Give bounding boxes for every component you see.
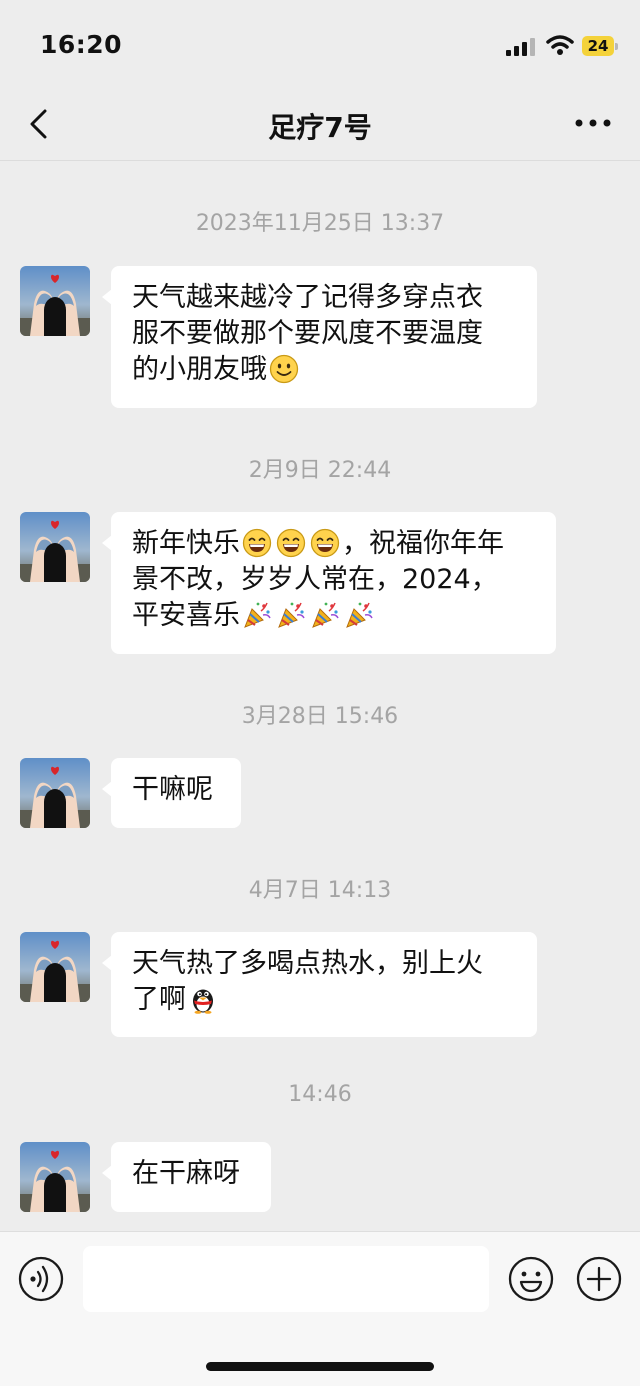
party-popper-emoji-icon: [310, 600, 340, 630]
message-bubble[interactable]: 天气越来越冷了记得多穿点衣 服不要做那个要风度不要温度 的小朋友哦: [102, 266, 537, 408]
plus-circle-icon[interactable]: [576, 1256, 622, 1302]
contact-avatar[interactable]: [20, 512, 90, 582]
message-line: 的小朋友哦: [132, 352, 516, 388]
message-timestamp: 4月7日 14:13: [248, 878, 392, 903]
message-line: 服不要做那个要风度不要温度: [132, 318, 483, 349]
wifi-icon: [546, 35, 574, 55]
message-timestamp: 2月9日 22:44: [248, 458, 392, 483]
message-timestamp: 2023年11月25日 13:37: [195, 211, 445, 236]
message-timestamp: 14:46: [288, 1082, 352, 1107]
message-line: 天气越来越冷了记得多穿点衣: [132, 282, 483, 313]
message-text: 了啊: [132, 984, 186, 1015]
message-line: 天气热了多喝点热水，别上火: [132, 948, 483, 979]
contact-avatar[interactable]: [20, 266, 90, 336]
contact-avatar[interactable]: [20, 1142, 90, 1212]
voice-icon[interactable]: [18, 1256, 64, 1302]
message-bubble[interactable]: 新年快乐 ，祝福你年年 景不改，岁岁人常在，2024， 平安喜乐: [102, 512, 556, 654]
message-line: 景不改，岁岁人常在，2024，: [132, 564, 498, 595]
grin-emoji-icon: [276, 528, 306, 558]
message-timestamp: 3月28日 15:46: [241, 704, 399, 729]
battery-icon: 24: [582, 36, 618, 58]
message-text: 平安喜乐: [132, 600, 240, 631]
message-line: 了啊: [132, 982, 516, 1018]
chat-title: 足疗7号: [268, 111, 372, 144]
party-popper-emoji-icon: [242, 600, 272, 630]
status-time: 16:20: [40, 30, 123, 59]
battery-level: 24: [582, 36, 614, 56]
smile-emoji-icon: [269, 354, 299, 384]
message-input[interactable]: [83, 1246, 489, 1312]
message-line: 平安喜乐: [132, 598, 535, 634]
party-popper-emoji-icon: [276, 600, 306, 630]
penguin-emoji-icon: [188, 984, 218, 1014]
message-text: ，祝福你年年: [342, 528, 504, 559]
contact-avatar[interactable]: [20, 932, 90, 1002]
chat-message-list[interactable]: 2023年11月25日 13:37 天气越来越冷了记得多穿点衣 服不要做那个要风…: [0, 161, 640, 1231]
message-bubble[interactable]: 天气热了多喝点热水，别上火 了啊: [102, 932, 537, 1037]
more-dots-icon[interactable]: [572, 108, 614, 138]
message-bubble[interactable]: 在干麻呀: [102, 1142, 271, 1212]
message-line: 在干麻呀: [132, 1158, 240, 1189]
status-bar: 16:20 24: [0, 0, 640, 92]
message-bubble[interactable]: 干嘛呢: [102, 758, 241, 828]
nav-bar: 足疗7号: [0, 92, 640, 161]
input-bar: [0, 1231, 640, 1386]
message-text: 的小朋友哦: [132, 354, 267, 385]
party-popper-emoji-icon: [344, 600, 374, 630]
message-text: 新年快乐: [132, 528, 240, 559]
home-indicator: [206, 1362, 434, 1371]
cellular-signal-icon: [506, 38, 535, 56]
message-line: 新年快乐 ，祝福你年年: [132, 526, 535, 562]
grin-emoji-icon: [310, 528, 340, 558]
emoji-face-icon[interactable]: [508, 1256, 554, 1302]
grin-emoji-icon: [242, 528, 272, 558]
message-line: 干嘛呢: [132, 774, 213, 805]
contact-avatar[interactable]: [20, 758, 90, 828]
